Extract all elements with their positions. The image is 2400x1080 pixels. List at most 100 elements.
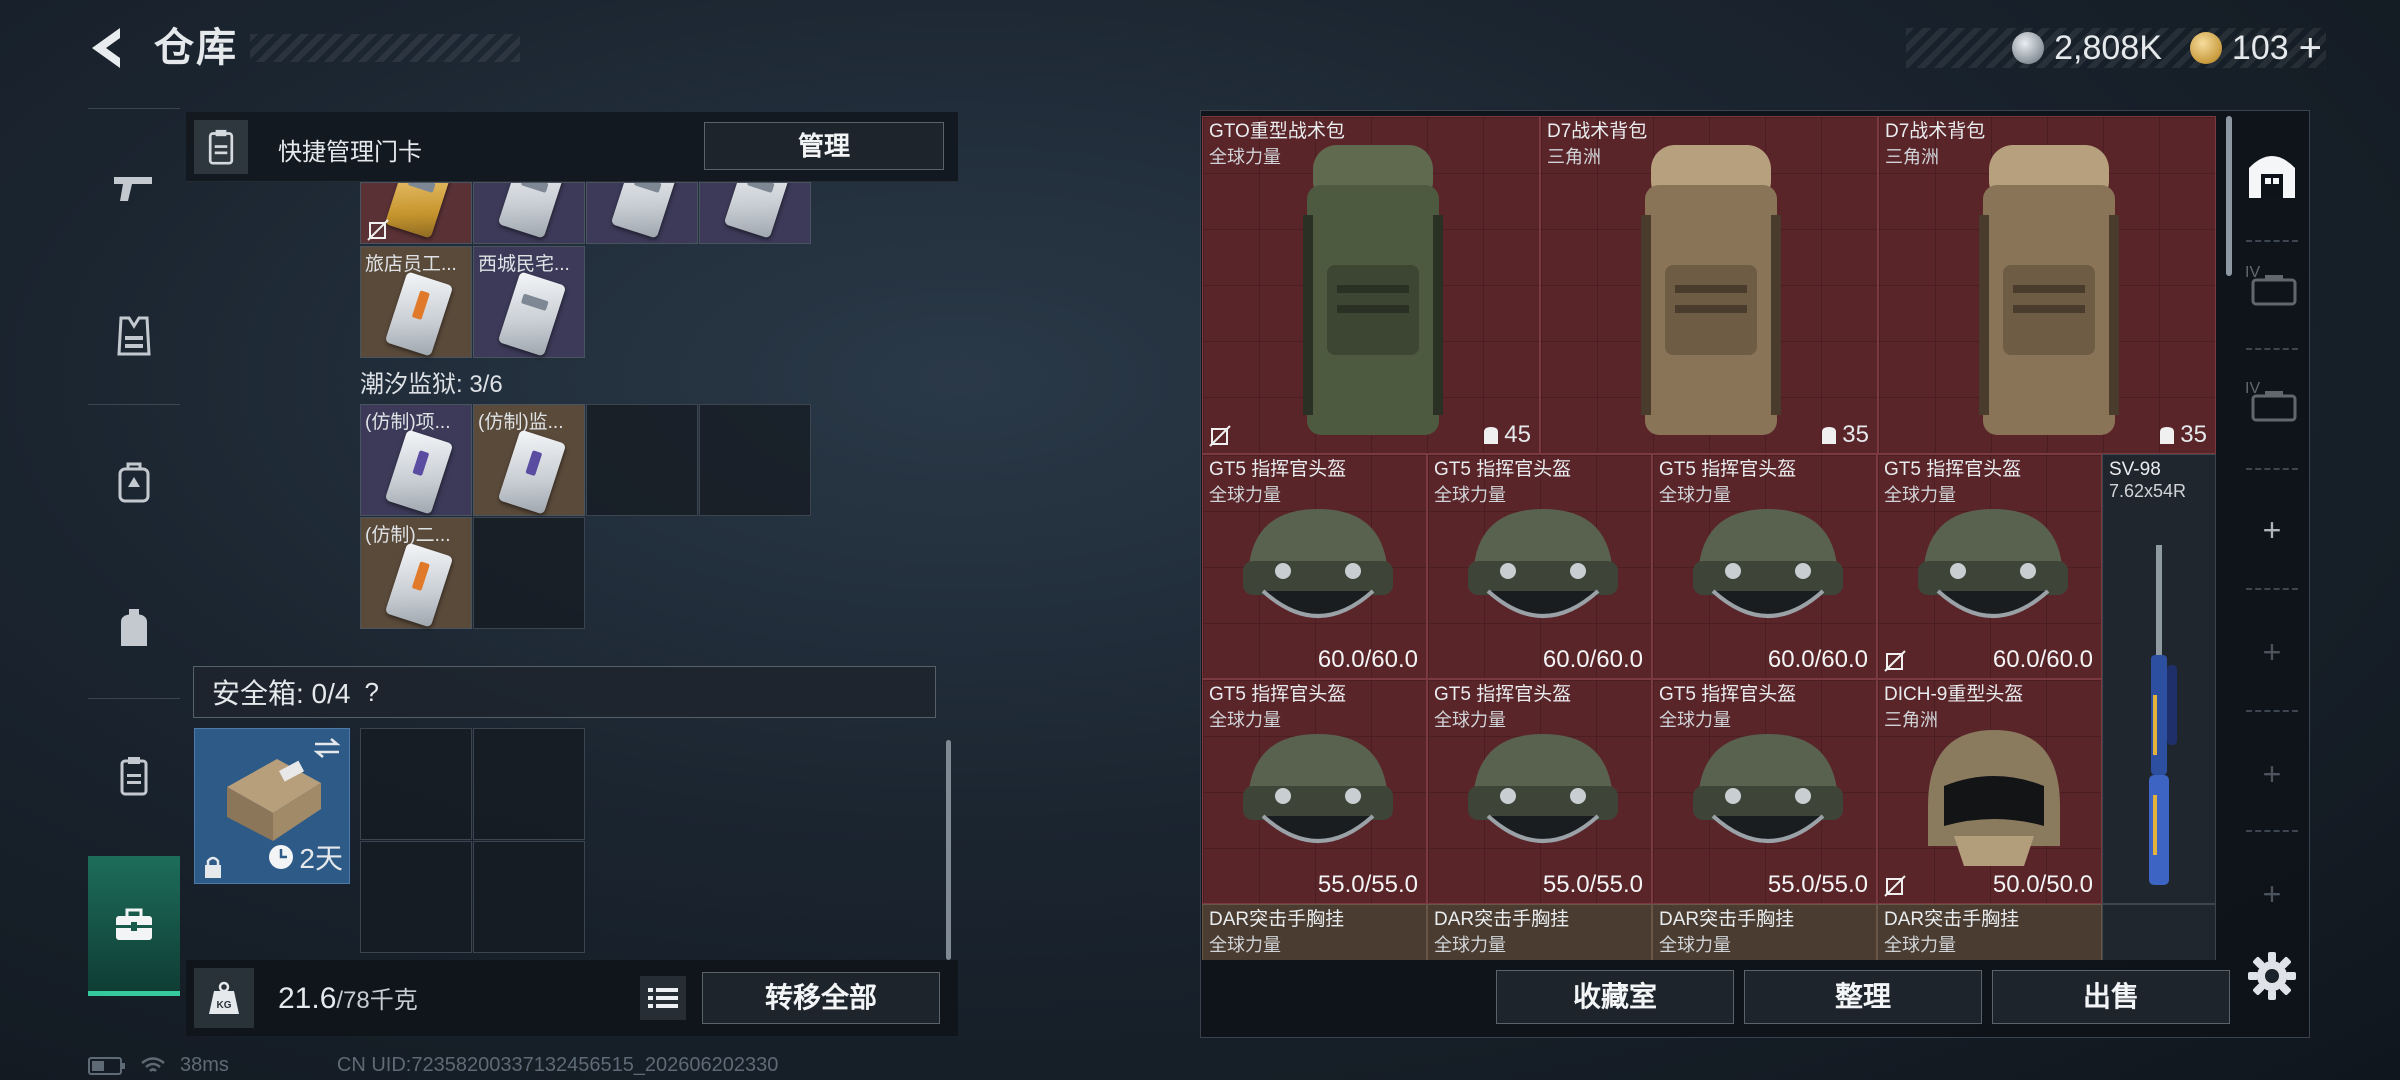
helmet-image <box>1693 734 1843 843</box>
weight-kg-icon: KG <box>209 981 239 1014</box>
nav-weapons[interactable] <box>88 148 180 228</box>
item-name: DAR突击手胸挂 <box>1659 909 1795 930</box>
safebox-item[interactable]: 2天 <box>194 728 350 884</box>
stash-item-helmet[interactable]: GT5 指挥官头盔 全球力量 55.0/55.0 <box>1652 679 1877 904</box>
extension-case-icon: IV <box>2245 380 2299 424</box>
helmet-image <box>1243 734 1393 843</box>
stash-item-helmet[interactable]: GT5 指挥官头盔 全球力量 55.0/55.0 <box>1427 679 1652 904</box>
item-durability: 55.0/55.0 <box>1542 871 1643 898</box>
item-faction: 全球力量 <box>1884 935 1956 955</box>
item-durability: 60.0/60.0 <box>1992 646 2093 673</box>
clock-icon <box>269 845 294 869</box>
add-currency-button[interactable]: + <box>2299 28 2322 68</box>
backpack-image <box>1979 145 2119 435</box>
stash-item-backpack[interactable]: D7战术背包 三角洲 35 <box>1878 116 2216 454</box>
stash-item-chest-rig[interactable]: DAR突击手胸挂 全球力量 <box>1427 904 1652 960</box>
nav-keycards[interactable] <box>88 736 180 816</box>
stash-item-helmet[interactable]: GT5 指挥官头盔 全球力量 60.0/60.0 <box>1652 454 1877 679</box>
keycard-slot[interactable] <box>473 182 585 244</box>
stash-tab-add[interactable]: + <box>2234 734 2310 814</box>
stash-item-chest-rig[interactable]: DAR突击手胸挂 全球力量 <box>1877 904 2102 960</box>
no-insure-icon <box>1209 425 1231 447</box>
stash-item-backpack[interactable]: GTO重型战术包 全球力量 45 <box>1202 116 1540 454</box>
keycard-slot[interactable]: (仿制)二... <box>360 517 472 629</box>
safebox-timer: 2天 <box>267 837 343 877</box>
transfer-all-button[interactable]: 转移全部 <box>702 972 940 1024</box>
stash-tab-add[interactable]: + <box>2234 612 2310 692</box>
safebox-timer-text: 2天 <box>299 843 343 874</box>
ping-text: 38ms <box>180 1054 229 1076</box>
sniper-rifle-image <box>2149 545 2177 885</box>
stash-item-backpack[interactable]: D7战术背包 三角洲 35 <box>1540 116 1878 454</box>
pistol-icon <box>114 177 152 201</box>
keycard-quick-manage-bar: 快捷管理门卡 管理 <box>186 112 958 182</box>
empty-keycard-slot[interactable] <box>586 404 698 516</box>
keycard-slot[interactable] <box>699 182 811 244</box>
item-caliber: 7.62x54R <box>2109 481 2187 501</box>
status-line: 38ms CN UID:72358200337132456515_2026062… <box>88 1054 778 1077</box>
stash-item-helmet[interactable]: GT5 指挥官头盔 全球力量 55.0/55.0 <box>1202 679 1427 904</box>
bag-icon <box>121 609 147 646</box>
keycard-item <box>497 429 567 515</box>
list-view-button[interactable] <box>640 976 686 1020</box>
keycard-name: (仿制)项... <box>365 412 451 433</box>
back-button[interactable] <box>84 22 136 74</box>
lock-icon <box>205 856 221 878</box>
safebox-help-button[interactable]: ? <box>364 677 378 708</box>
stash-empty-cell[interactable] <box>2102 904 2216 960</box>
gold-amount: 103 <box>2231 29 2289 67</box>
helmet-image <box>1468 734 1618 843</box>
sell-button[interactable]: 出售 <box>1992 970 2230 1024</box>
stash-tab-main[interactable] <box>2234 116 2310 234</box>
stash-item-helmet[interactable]: DICH-9重型头盔 三角洲 50.0/50.0 <box>1877 679 2102 904</box>
stash-item-helmet[interactable]: GT5 指挥官头盔 全球力量 60.0/60.0 <box>1427 454 1652 679</box>
stash-item-helmet[interactable]: GT5 指挥官头盔 全球力量 60.0/60.0 <box>1877 454 2102 679</box>
stash-tab-add[interactable]: + <box>2234 490 2310 570</box>
stash-grid: GTO重型战术包 全球力量 45 D7战术背包 三角洲 35 D7战术背包 三角… <box>1202 116 2216 960</box>
keycard-slot[interactable]: 旅店员工... <box>360 246 472 358</box>
battery-icon <box>88 1056 125 1075</box>
item-name: GT5 指挥官头盔 <box>1209 684 1347 705</box>
nav-bag[interactable] <box>88 588 180 668</box>
stash-tab-extension-2[interactable]: IV <box>2234 352 2310 452</box>
stash-item-chest-rig[interactable]: DAR突击手胸挂 全球力量 <box>1652 904 1877 960</box>
sort-button[interactable]: 整理 <box>1744 970 1982 1024</box>
safebox-empty-slot[interactable] <box>473 841 585 953</box>
safebox-empty-slot[interactable] <box>360 728 472 840</box>
item-durability: 55.0/55.0 <box>1317 871 1418 898</box>
stash-tab-add[interactable]: + <box>2234 854 2310 934</box>
collection-room-button[interactable]: 收藏室 <box>1496 970 1734 1024</box>
nav-backpack[interactable] <box>88 442 180 522</box>
svg-text:KG: KG <box>217 1000 232 1011</box>
stash-tab-extension-1[interactable]: IV <box>2234 236 2310 336</box>
left-panel-scrollbar[interactable] <box>946 740 951 960</box>
weight-icon-box: KG <box>194 968 254 1028</box>
nav-safebox[interactable] <box>88 856 180 996</box>
nav-armor[interactable] <box>88 296 180 376</box>
uid-text: CN UID:72358200337132456515_202606202330 <box>336 1054 779 1076</box>
keycard-slot[interactable]: (仿制)项... <box>360 404 472 516</box>
empty-keycard-slot[interactable] <box>699 404 811 516</box>
stash-item-chest-rig[interactable]: DAR突击手胸挂 全球力量 <box>1202 904 1427 960</box>
keycard-header-label: 快捷管理门卡 <box>278 139 422 166</box>
toolbox-icon <box>116 908 152 940</box>
item-name: DICH-9重型头盔 <box>1884 684 2024 705</box>
keycard-slot[interactable]: (仿制)监... <box>473 404 585 516</box>
item-durability: 60.0/60.0 <box>1542 646 1643 673</box>
stash-item-helmet[interactable]: GT5 指挥官头盔 全球力量 60.0/60.0 <box>1202 454 1427 679</box>
keycard-slot[interactable] <box>360 182 472 244</box>
item-capacity: 35 <box>1820 421 1869 449</box>
settings-button[interactable] <box>2246 950 2298 1002</box>
manage-button[interactable]: 管理 <box>704 122 944 170</box>
helmet-image <box>1468 509 1618 618</box>
heavy-helmet-image <box>1928 730 2060 866</box>
stash-item-rifle[interactable]: SV-98 7.62x54R <box>2102 454 2216 904</box>
item-name: SV-98 <box>2109 459 2161 480</box>
safebox-empty-slot[interactable] <box>473 728 585 840</box>
keycard-slot[interactable]: 西城民宅... <box>473 246 585 358</box>
stash-scrollbar[interactable] <box>2226 116 2232 276</box>
keycard-slot[interactable] <box>586 182 698 244</box>
keycard-item <box>497 183 567 239</box>
empty-keycard-slot[interactable] <box>473 517 585 629</box>
safebox-empty-slot[interactable] <box>360 841 472 953</box>
